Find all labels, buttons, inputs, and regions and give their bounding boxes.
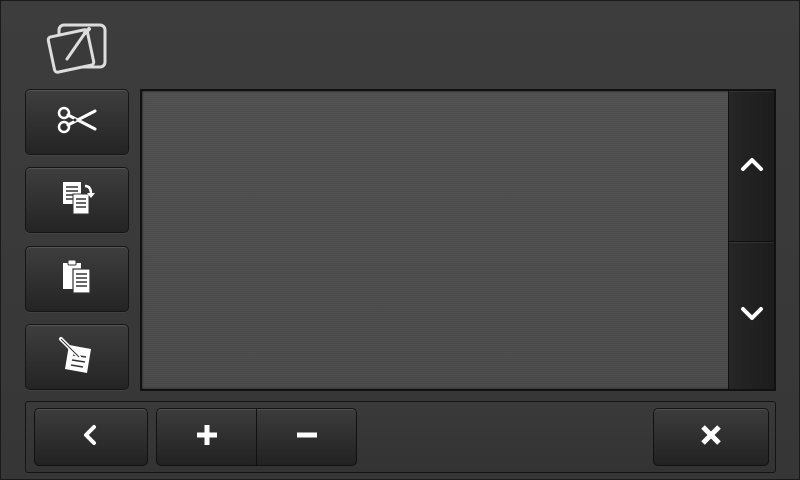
scroll-up-button[interactable]	[728, 91, 774, 242]
cut-button[interactable]	[25, 89, 129, 155]
scroll-down-button[interactable]	[728, 242, 774, 389]
edit-window-icon	[45, 19, 109, 75]
minus-icon	[294, 422, 320, 452]
copy-icon	[55, 176, 99, 224]
copy-button[interactable]	[25, 167, 129, 233]
chevron-up-icon	[739, 155, 765, 177]
scissors-icon	[55, 98, 99, 146]
bottom-toolbar	[25, 401, 776, 473]
content-text	[142, 91, 143, 92]
clipboard-icon	[55, 255, 99, 303]
chevron-down-icon	[739, 305, 765, 327]
chevron-left-icon	[78, 422, 104, 452]
edit-notes-button[interactable]	[25, 324, 129, 390]
close-icon	[698, 422, 724, 452]
back-button[interactable]	[34, 408, 148, 466]
zoom-out-button[interactable]	[256, 408, 357, 466]
plus-icon	[194, 422, 220, 452]
content-area[interactable]	[140, 89, 776, 391]
paste-button[interactable]	[25, 246, 129, 312]
pencil-note-icon	[55, 333, 99, 381]
app-window	[0, 0, 800, 480]
zoom-in-button[interactable]	[156, 408, 257, 466]
close-button[interactable]	[653, 408, 769, 466]
